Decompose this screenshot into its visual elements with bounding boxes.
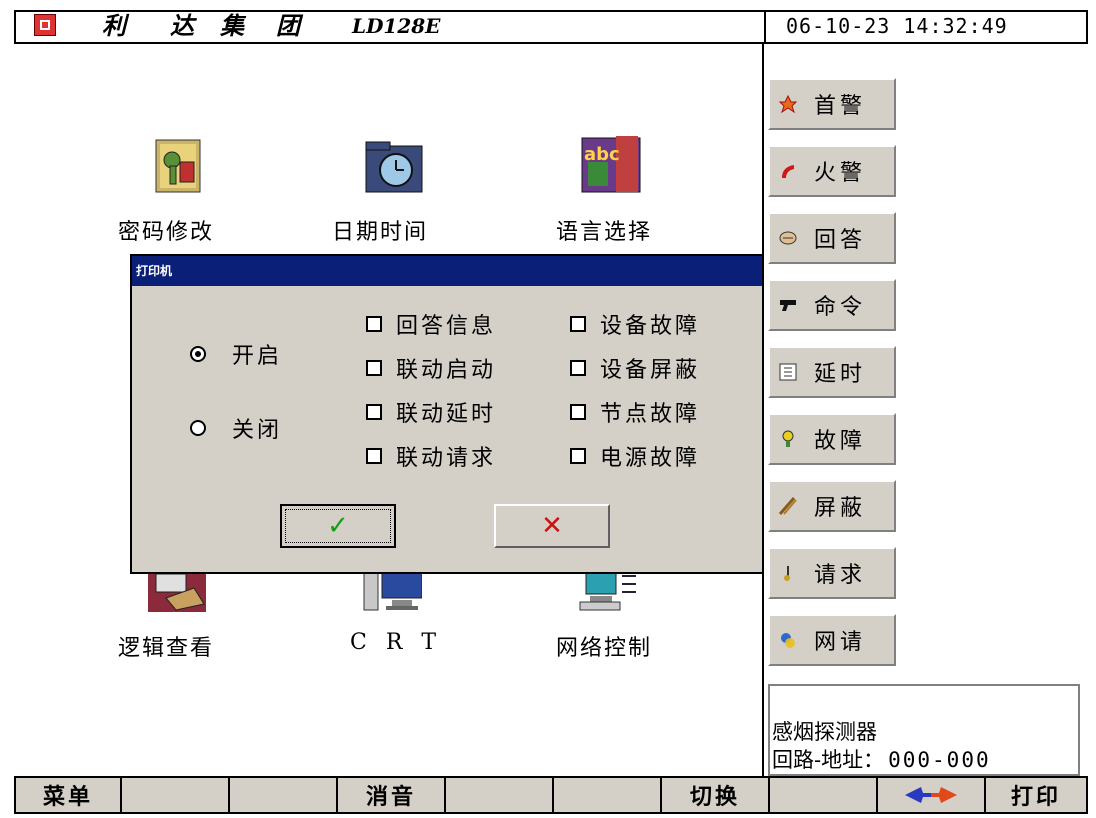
- empty-slot-5: [770, 778, 878, 812]
- status-arrow-cell: [878, 778, 986, 812]
- first-alarm-icon: [776, 92, 800, 116]
- network-request-label: 网请: [814, 630, 867, 655]
- check-icon: ✓: [327, 511, 349, 541]
- empty-slot-4: [554, 778, 662, 812]
- checkbox-device-fault[interactable]: [570, 316, 586, 332]
- address-line: 回路-地址： 000-000: [772, 744, 991, 774]
- fault-button[interactable]: 故障: [768, 413, 896, 465]
- fire-alarm-icon: [776, 159, 800, 183]
- svg-text:abc: abc: [584, 144, 620, 165]
- switch-button[interactable]: 切换: [662, 778, 770, 812]
- checkbox-linkage-request-label[interactable]: 联动请求: [396, 440, 496, 472]
- empty-slot-2: [230, 778, 338, 812]
- logic-icon[interactable]: [146, 570, 206, 614]
- title-divider: [764, 12, 766, 42]
- radio-off[interactable]: [190, 420, 206, 436]
- checkbox-node-fault-label[interactable]: 节点故障: [600, 396, 700, 428]
- answer-icon: [776, 226, 800, 250]
- delay-icon: [776, 360, 800, 384]
- network-label[interactable]: 网络控制: [556, 630, 652, 662]
- shield-label: 屏蔽: [814, 496, 867, 521]
- checkbox-linkage-start[interactable]: [366, 360, 382, 376]
- radio-on[interactable]: [190, 346, 206, 362]
- dialog-title: 打印机: [132, 256, 762, 286]
- printer-dialog: 打印机 开启 关闭 回答信息 联动启动 联动延时 联动请求 设备故障 设备屏蔽 …: [130, 254, 764, 574]
- fire-alarm-label: 火警: [814, 161, 867, 186]
- brand-char-1: 利: [102, 11, 126, 40]
- language-label[interactable]: 语言选择: [556, 214, 652, 246]
- radio-on-label[interactable]: 开启: [232, 338, 282, 370]
- device-type-text: 感烟探测器: [772, 720, 877, 744]
- first-alarm-label: 首警: [814, 94, 867, 119]
- request-icon: [776, 561, 800, 585]
- delay-button[interactable]: 延时: [768, 346, 896, 398]
- command-icon: [776, 293, 800, 317]
- checkbox-node-fault[interactable]: [570, 404, 586, 420]
- first-alarm-button[interactable]: 首警: [768, 78, 896, 130]
- password-icon[interactable]: [150, 136, 210, 196]
- language-icon[interactable]: abc: [578, 132, 641, 193]
- crt-label[interactable]: C R T: [350, 630, 442, 655]
- answer-button[interactable]: 回答: [768, 212, 896, 264]
- empty-slot-3: [446, 778, 554, 812]
- address-value: 000-000: [888, 748, 991, 772]
- checkbox-power-fault-label[interactable]: 电源故障: [600, 440, 700, 472]
- fault-icon: [776, 427, 800, 451]
- crt-icon[interactable]: [362, 570, 422, 614]
- network-request-button[interactable]: 网请: [768, 614, 896, 666]
- shield-icon: [776, 494, 800, 518]
- checkbox-linkage-delay-label[interactable]: 联动延时: [396, 396, 496, 428]
- menu-button[interactable]: 菜单: [16, 778, 122, 812]
- answer-label: 回答: [814, 228, 867, 253]
- request-label: 请求: [814, 563, 867, 588]
- checkbox-device-shield[interactable]: [570, 360, 586, 376]
- delay-label: 延时: [814, 362, 867, 387]
- fire-alarm-button[interactable]: 火警: [768, 145, 896, 197]
- model-name: LD128E: [352, 14, 441, 38]
- command-label: 命令: [814, 295, 867, 320]
- close-icon: ✕: [541, 511, 563, 541]
- network-request-icon: [776, 628, 800, 652]
- cancel-button[interactable]: ✕: [494, 504, 610, 548]
- bottom-bar: 菜单 消音 切换 打印: [14, 776, 1088, 814]
- company-logo-icon: [34, 14, 56, 36]
- checkbox-linkage-delay[interactable]: [366, 404, 382, 420]
- password-label[interactable]: 密码修改: [118, 214, 214, 246]
- brand-char-4: 团: [276, 11, 300, 40]
- checkbox-power-fault[interactable]: [570, 448, 586, 464]
- clock-icon[interactable]: [362, 136, 423, 196]
- empty-slot-1: [122, 778, 230, 812]
- radio-off-label[interactable]: 关闭: [232, 412, 282, 444]
- checkbox-answer-info[interactable]: [366, 316, 382, 332]
- ok-button[interactable]: ✓: [280, 504, 396, 548]
- shield-button[interactable]: 屏蔽: [768, 480, 896, 532]
- checkbox-linkage-request[interactable]: [366, 448, 382, 464]
- logic-label[interactable]: 逻辑查看: [118, 630, 214, 662]
- command-button[interactable]: 命令: [768, 279, 896, 331]
- datetime-label[interactable]: 日期时间: [332, 214, 428, 246]
- checkbox-linkage-start-label[interactable]: 联动启动: [396, 352, 496, 384]
- request-button[interactable]: 请求: [768, 547, 896, 599]
- print-button[interactable]: 打印: [986, 778, 1086, 812]
- datetime-display: 06-10-23 14:32:49: [786, 14, 1008, 38]
- network-icon[interactable]: [578, 570, 638, 614]
- checkbox-answer-info-label[interactable]: 回答信息: [396, 308, 496, 340]
- address-label: 回路-地址：: [772, 748, 885, 772]
- brand-char-2: 达: [170, 11, 194, 40]
- checkbox-device-fault-label[interactable]: 设备故障: [600, 308, 700, 340]
- mute-button[interactable]: 消音: [338, 778, 446, 812]
- brand-char-3: 集: [220, 11, 244, 40]
- fault-label: 故障: [814, 429, 867, 454]
- checkbox-device-shield-label[interactable]: 设备屏蔽: [600, 352, 700, 384]
- swap-arrows-icon: [905, 787, 957, 803]
